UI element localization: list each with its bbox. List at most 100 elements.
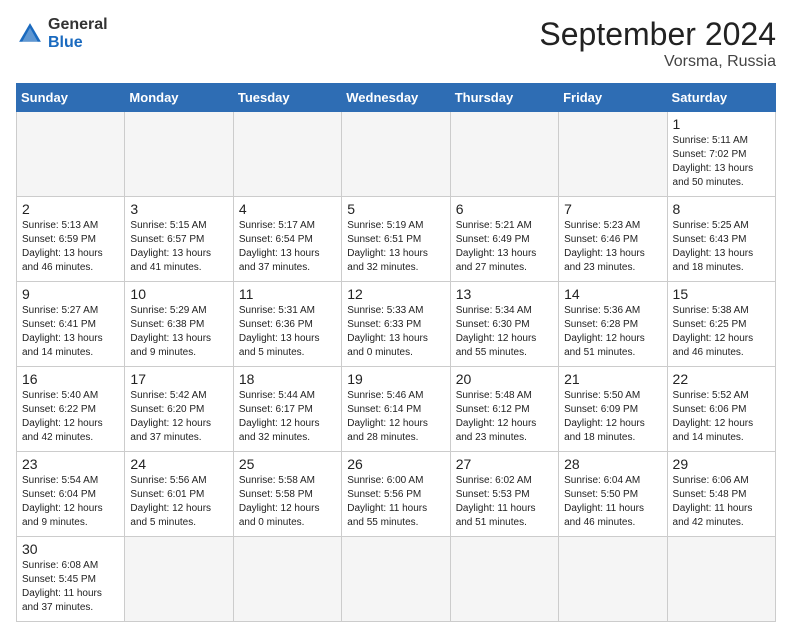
logo-general-text: General	[48, 16, 108, 34]
header-sunday: Sunday	[17, 84, 125, 112]
table-row: 11 Sunrise: 5:31 AMSunset: 6:36 PMDaylig…	[233, 282, 341, 367]
day-number: 12	[347, 286, 444, 302]
day-number: 16	[22, 371, 119, 387]
day-info: Sunrise: 5:23 AMSunset: 6:46 PMDaylight:…	[564, 219, 661, 275]
table-row: 17 Sunrise: 5:42 AMSunset: 6:20 PMDaylig…	[125, 367, 233, 452]
day-number: 14	[564, 286, 661, 302]
day-number: 6	[456, 201, 553, 217]
day-info: Sunrise: 5:50 AMSunset: 6:09 PMDaylight:…	[564, 389, 661, 445]
week-row-2: 2 Sunrise: 5:13 AMSunset: 6:59 PMDayligh…	[17, 197, 776, 282]
day-number: 28	[564, 456, 661, 472]
day-number: 7	[564, 201, 661, 217]
header-wednesday: Wednesday	[342, 84, 450, 112]
day-info: Sunrise: 5:40 AMSunset: 6:22 PMDaylight:…	[22, 389, 119, 445]
header-friday: Friday	[559, 84, 667, 112]
table-row: 6 Sunrise: 5:21 AMSunset: 6:49 PMDayligh…	[450, 197, 558, 282]
day-number: 15	[673, 286, 770, 302]
table-row: 1 Sunrise: 5:11 AMSunset: 7:02 PMDayligh…	[667, 112, 775, 197]
day-info: Sunrise: 5:27 AMSunset: 6:41 PMDaylight:…	[22, 304, 119, 360]
table-row: 2 Sunrise: 5:13 AMSunset: 6:59 PMDayligh…	[17, 197, 125, 282]
logo-icon	[16, 20, 44, 48]
table-row: 28 Sunrise: 6:04 AMSunset: 5:50 PMDaylig…	[559, 452, 667, 537]
day-number: 3	[130, 201, 227, 217]
logo-text: General Blue	[48, 16, 108, 51]
day-info: Sunrise: 5:36 AMSunset: 6:28 PMDaylight:…	[564, 304, 661, 360]
day-info: Sunrise: 5:42 AMSunset: 6:20 PMDaylight:…	[130, 389, 227, 445]
logo: General Blue	[16, 16, 108, 51]
table-row	[450, 537, 558, 622]
header-monday: Monday	[125, 84, 233, 112]
day-number: 20	[456, 371, 553, 387]
table-row	[125, 537, 233, 622]
day-info: Sunrise: 5:31 AMSunset: 6:36 PMDaylight:…	[239, 304, 336, 360]
day-number: 11	[239, 286, 336, 302]
table-row: 10 Sunrise: 5:29 AMSunset: 6:38 PMDaylig…	[125, 282, 233, 367]
table-row: 30 Sunrise: 6:08 AMSunset: 5:45 PMDaylig…	[17, 537, 125, 622]
table-row: 8 Sunrise: 5:25 AMSunset: 6:43 PMDayligh…	[667, 197, 775, 282]
table-row: 3 Sunrise: 5:15 AMSunset: 6:57 PMDayligh…	[125, 197, 233, 282]
day-info: Sunrise: 5:25 AMSunset: 6:43 PMDaylight:…	[673, 219, 770, 275]
day-number: 17	[130, 371, 227, 387]
day-info: Sunrise: 5:29 AMSunset: 6:38 PMDaylight:…	[130, 304, 227, 360]
day-info: Sunrise: 5:56 AMSunset: 6:01 PMDaylight:…	[130, 474, 227, 530]
day-number: 5	[347, 201, 444, 217]
table-row: 23 Sunrise: 5:54 AMSunset: 6:04 PMDaylig…	[17, 452, 125, 537]
day-number: 8	[673, 201, 770, 217]
table-row	[125, 112, 233, 197]
day-info: Sunrise: 6:08 AMSunset: 5:45 PMDaylight:…	[22, 559, 119, 615]
day-number: 27	[456, 456, 553, 472]
table-row: 25 Sunrise: 5:58 AMSunset: 5:58 PMDaylig…	[233, 452, 341, 537]
header-row: Sunday Monday Tuesday Wednesday Thursday…	[17, 84, 776, 112]
table-row: 27 Sunrise: 6:02 AMSunset: 5:53 PMDaylig…	[450, 452, 558, 537]
week-row-3: 9 Sunrise: 5:27 AMSunset: 6:41 PMDayligh…	[17, 282, 776, 367]
table-row	[233, 537, 341, 622]
week-row-6: 30 Sunrise: 6:08 AMSunset: 5:45 PMDaylig…	[17, 537, 776, 622]
table-row: 16 Sunrise: 5:40 AMSunset: 6:22 PMDaylig…	[17, 367, 125, 452]
table-row: 21 Sunrise: 5:50 AMSunset: 6:09 PMDaylig…	[559, 367, 667, 452]
day-info: Sunrise: 5:34 AMSunset: 6:30 PMDaylight:…	[456, 304, 553, 360]
table-row: 20 Sunrise: 5:48 AMSunset: 6:12 PMDaylig…	[450, 367, 558, 452]
table-row	[233, 112, 341, 197]
table-row	[667, 537, 775, 622]
table-row: 22 Sunrise: 5:52 AMSunset: 6:06 PMDaylig…	[667, 367, 775, 452]
day-info: Sunrise: 6:00 AMSunset: 5:56 PMDaylight:…	[347, 474, 444, 530]
header-tuesday: Tuesday	[233, 84, 341, 112]
day-number: 22	[673, 371, 770, 387]
calendar-table: Sunday Monday Tuesday Wednesday Thursday…	[16, 83, 776, 622]
table-row	[17, 112, 125, 197]
location: Vorsma, Russia	[539, 53, 776, 71]
day-info: Sunrise: 5:33 AMSunset: 6:33 PMDaylight:…	[347, 304, 444, 360]
table-row	[342, 537, 450, 622]
day-number: 18	[239, 371, 336, 387]
header-thursday: Thursday	[450, 84, 558, 112]
table-row: 5 Sunrise: 5:19 AMSunset: 6:51 PMDayligh…	[342, 197, 450, 282]
day-number: 4	[239, 201, 336, 217]
week-row-4: 16 Sunrise: 5:40 AMSunset: 6:22 PMDaylig…	[17, 367, 776, 452]
day-number: 10	[130, 286, 227, 302]
day-info: Sunrise: 5:19 AMSunset: 6:51 PMDaylight:…	[347, 219, 444, 275]
table-row: 14 Sunrise: 5:36 AMSunset: 6:28 PMDaylig…	[559, 282, 667, 367]
day-number: 13	[456, 286, 553, 302]
day-number: 2	[22, 201, 119, 217]
table-row	[450, 112, 558, 197]
day-info: Sunrise: 5:38 AMSunset: 6:25 PMDaylight:…	[673, 304, 770, 360]
table-row: 26 Sunrise: 6:00 AMSunset: 5:56 PMDaylig…	[342, 452, 450, 537]
table-row	[559, 537, 667, 622]
table-row: 9 Sunrise: 5:27 AMSunset: 6:41 PMDayligh…	[17, 282, 125, 367]
day-info: Sunrise: 5:48 AMSunset: 6:12 PMDaylight:…	[456, 389, 553, 445]
month-title: September 2024	[539, 16, 776, 53]
table-row: 24 Sunrise: 5:56 AMSunset: 6:01 PMDaylig…	[125, 452, 233, 537]
day-info: Sunrise: 5:46 AMSunset: 6:14 PMDaylight:…	[347, 389, 444, 445]
table-row: 15 Sunrise: 5:38 AMSunset: 6:25 PMDaylig…	[667, 282, 775, 367]
table-row	[342, 112, 450, 197]
day-info: Sunrise: 5:52 AMSunset: 6:06 PMDaylight:…	[673, 389, 770, 445]
day-info: Sunrise: 5:15 AMSunset: 6:57 PMDaylight:…	[130, 219, 227, 275]
day-number: 9	[22, 286, 119, 302]
day-info: Sunrise: 6:06 AMSunset: 5:48 PMDaylight:…	[673, 474, 770, 530]
day-number: 30	[22, 541, 119, 557]
day-info: Sunrise: 5:54 AMSunset: 6:04 PMDaylight:…	[22, 474, 119, 530]
day-info: Sunrise: 5:17 AMSunset: 6:54 PMDaylight:…	[239, 219, 336, 275]
table-row	[559, 112, 667, 197]
day-number: 23	[22, 456, 119, 472]
day-info: Sunrise: 5:21 AMSunset: 6:49 PMDaylight:…	[456, 219, 553, 275]
